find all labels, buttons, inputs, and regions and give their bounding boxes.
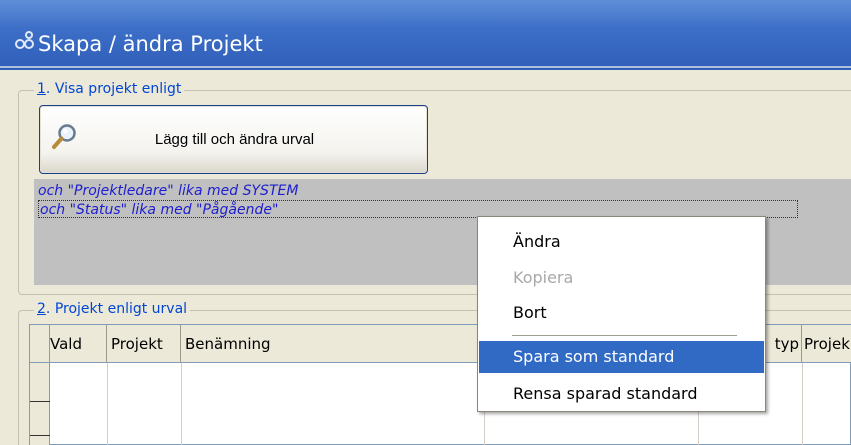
menu-separator: [512, 335, 737, 336]
menu-item-kopiera: Kopiera: [513, 268, 574, 287]
add-edit-selection-label: Lägg till och ändra urval: [154, 131, 315, 148]
menu-item-rensa-sparad-standard[interactable]: Rensa sparad standard: [479, 378, 764, 410]
row-divider: [30, 401, 50, 402]
results-group-number: 2: [37, 301, 46, 317]
column-gridline: [181, 363, 182, 445]
menu-item-spara-som-standard[interactable]: Spara som standard: [479, 341, 764, 373]
results-group-title: . Projekt enligt urval: [45, 301, 188, 317]
title-divider: [0, 66, 851, 68]
title-bar[interactable]: Skapa / ändra Projekt: [0, 0, 851, 70]
row-selector-column[interactable]: [30, 363, 50, 445]
filter-group-legend: 1. Visa projekt enligt: [34, 80, 185, 98]
project-window: Skapa / ändra Projekt 1. Visa projekt en…: [0, 0, 851, 445]
row-selector-header: [30, 325, 50, 363]
column-header-vald[interactable]: Vald: [50, 325, 107, 363]
column-gridline: [107, 363, 108, 445]
results-group-legend: 2. Projekt enligt urval: [34, 300, 191, 318]
window-title: Skapa / ändra Projekt: [38, 32, 263, 56]
row-divider: [30, 435, 50, 436]
add-edit-selection-button[interactable]: Lägg till och ändra urval: [39, 105, 428, 174]
filter-criterion[interactable]: och "Projektledare" lika med SYSTEM: [38, 182, 738, 200]
filter-group-number: 1: [37, 81, 46, 97]
menu-item-andra[interactable]: Ändra: [479, 226, 764, 258]
column-header-projekt[interactable]: Projekt: [107, 325, 181, 363]
filter-group-title: . Visa projekt enligt: [45, 81, 182, 97]
column-header-projek[interactable]: Projek: [802, 325, 851, 363]
menu-item-bort[interactable]: Bort: [479, 297, 764, 329]
column-gridline: [802, 363, 803, 445]
project-app-icon: [15, 31, 34, 49]
context-menu: Ändra Kopiera Bort Spara som standard Re…: [477, 216, 766, 412]
